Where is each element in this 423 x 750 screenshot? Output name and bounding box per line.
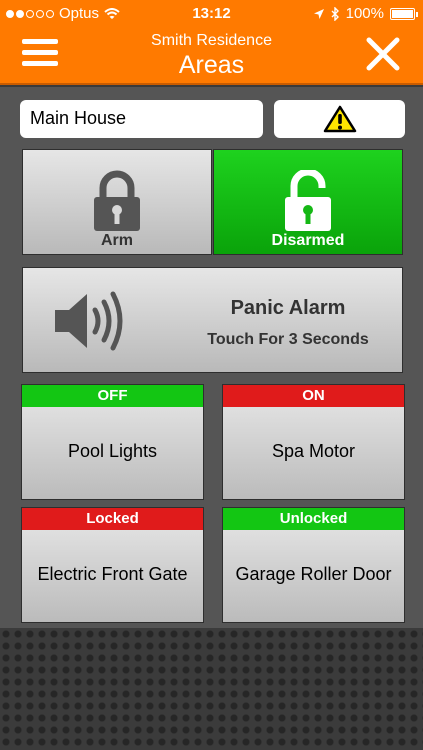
status-badge: Unlocked bbox=[223, 508, 404, 530]
device-label: Spa Motor bbox=[271, 441, 356, 461]
warning-icon bbox=[323, 105, 356, 133]
speaker-icon bbox=[55, 291, 123, 351]
battery-percent: 100% bbox=[345, 5, 384, 22]
device-label: Garage Roller Door bbox=[235, 564, 392, 584]
arm-label: Arm bbox=[100, 232, 133, 249]
status-right: 100% bbox=[313, 5, 418, 22]
device-electric-front-gate[interactable]: Locked Electric Front Gate bbox=[21, 507, 204, 623]
background-texture bbox=[0, 628, 423, 750]
status-badge: OFF bbox=[22, 385, 203, 407]
app-header: Smith Residence Areas bbox=[0, 27, 423, 85]
site-name: Smith Residence bbox=[151, 32, 272, 49]
status-badge: Locked bbox=[22, 508, 203, 530]
panic-alarm-button[interactable]: Panic Alarm Touch For 3 Seconds bbox=[22, 267, 403, 373]
lock-closed-icon bbox=[94, 170, 140, 231]
arm-button[interactable]: Arm bbox=[22, 149, 212, 255]
status-badge: ON bbox=[223, 385, 404, 407]
disarm-label: Disarmed bbox=[271, 232, 345, 249]
bluetooth-icon bbox=[331, 6, 339, 21]
page-title: Areas bbox=[178, 51, 245, 79]
device-spa-motor[interactable]: ON Spa Motor bbox=[222, 384, 405, 500]
lock-open-icon bbox=[285, 170, 331, 231]
battery-icon bbox=[390, 7, 418, 20]
device-pool-lights[interactable]: OFF Pool Lights bbox=[21, 384, 204, 500]
device-label: Electric Front Gate bbox=[37, 564, 188, 584]
status-bar: Optus 13:12 100% bbox=[0, 0, 423, 27]
device-garage-roller-door[interactable]: Unlocked Garage Roller Door bbox=[222, 507, 405, 623]
panic-title: Panic Alarm bbox=[230, 297, 346, 319]
warning-button[interactable] bbox=[274, 100, 405, 138]
panic-subtitle: Touch For 3 Seconds bbox=[207, 331, 369, 348]
areas-panel: Main House Arm Disarmed Panic Alarm Touc… bbox=[0, 87, 423, 628]
area-selector[interactable]: Main House bbox=[20, 100, 263, 138]
close-button[interactable] bbox=[365, 36, 401, 72]
disarm-button[interactable]: Disarmed bbox=[213, 149, 403, 255]
close-icon bbox=[366, 37, 400, 71]
device-label: Pool Lights bbox=[67, 441, 158, 461]
location-arrow-icon bbox=[313, 8, 324, 19]
